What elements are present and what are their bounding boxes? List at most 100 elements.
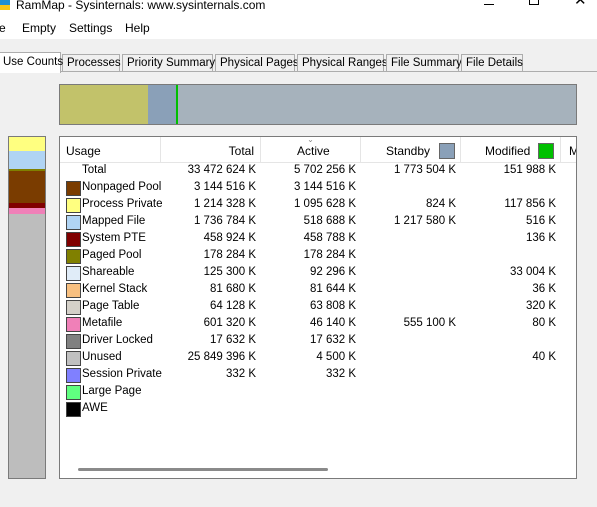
menu-empty[interactable]: Empty [22, 21, 56, 35]
standby-value: 824 K [425, 198, 456, 210]
menu-help[interactable]: Help [125, 21, 150, 35]
table-row[interactable]: Kernel Stack 81 680 K 81 644 K 36 K [60, 282, 576, 299]
modified-value: 36 K [532, 283, 556, 295]
window-title: RamMap - Sysinternals: www.sysinternals.… [16, 0, 266, 12]
modified-color-swatch [538, 143, 554, 159]
active-value: 518 688 K [303, 215, 356, 227]
rammap-app-icon [0, 0, 10, 10]
column-header-total[interactable]: Total [161, 137, 261, 163]
column-header-standby[interactable]: Standby [361, 137, 461, 163]
active-value: 4 500 K [316, 351, 356, 363]
usage-label: Process Private [82, 198, 163, 210]
usage-label: System PTE [82, 232, 146, 244]
standby-value: 1 773 504 K [393, 164, 456, 176]
sort-caret-icon: ⌄ [307, 136, 314, 144]
usage-vertical-bar [8, 136, 46, 479]
total-value: 25 849 396 K [187, 351, 256, 363]
category-color-swatch [66, 385, 81, 400]
usage-label: AWE [82, 402, 108, 414]
category-color-swatch [66, 351, 81, 366]
vbar-metafile [9, 208, 45, 214]
modified-value: 320 K [525, 300, 556, 312]
table-row[interactable]: Driver Locked 17 632 K 17 632 K [60, 333, 576, 350]
active-value: 1 095 628 K [293, 198, 356, 210]
table-row[interactable]: Shareable 125 300 K 92 296 K 33 004 K [60, 265, 576, 282]
category-color-swatch [66, 317, 81, 332]
use-counts-table: Usage Total ⌄Active Standby Modified M T… [59, 136, 577, 479]
bar-segment-standby [148, 85, 176, 124]
menu-file[interactable]: e [0, 21, 6, 35]
category-color-swatch [66, 266, 81, 281]
table-row[interactable]: Paged Pool 178 284 K 178 284 K [60, 248, 576, 265]
table-row[interactable]: Nonpaged Pool 3 144 516 K 3 144 516 K [60, 180, 576, 197]
usage-label: Page Table [82, 300, 140, 312]
modified-value: 80 K [532, 317, 556, 329]
category-color-swatch [66, 232, 81, 247]
active-value: 17 632 K [309, 334, 356, 346]
tab-strip: Use Counts Processes Priority Summary Ph… [0, 52, 597, 73]
vbar-process-private [9, 137, 45, 151]
active-value: 458 788 K [303, 232, 356, 244]
modified-value: 40 K [532, 351, 556, 363]
table-row[interactable]: Process Private 1 214 328 K 1 095 628 K 824… [60, 197, 576, 214]
table-row[interactable]: Unused 25 849 396 K 4 500 K 40 K [60, 350, 576, 367]
usage-label: Nonpaged Pool [82, 181, 162, 193]
active-value: 332 K [325, 368, 356, 380]
category-color-swatch [66, 249, 81, 264]
usage-label: Unused [82, 351, 122, 363]
category-color-swatch [66, 368, 81, 383]
table-row[interactable]: Large Page [60, 384, 576, 401]
maximize-button[interactable] [512, 0, 558, 18]
title-bar: RamMap - Sysinternals: www.sysinternals.… [0, 0, 597, 18]
usage-label: Large Page [82, 385, 142, 397]
total-value: 1 214 328 K [193, 198, 256, 210]
table-row[interactable]: Total 33 472 624 K 5 702 256 K 1 773 504 K 1… [60, 163, 576, 180]
total-value: 458 924 K [203, 232, 256, 244]
table-row[interactable]: Session Private 332 K 332 K [60, 367, 576, 384]
table-row[interactable]: Metafile 601 320 K 46 140 K 555 100 K 80 K [60, 316, 576, 333]
active-value: 63 808 K [309, 300, 356, 312]
minimize-button[interactable] [466, 0, 512, 18]
modified-value: 33 004 K [509, 266, 556, 278]
modified-value: 136 K [525, 232, 556, 244]
modified-value: 117 856 K [504, 198, 556, 210]
table-row[interactable]: Mapped File 1 736 784 K 518 688 K 1 217 580… [60, 214, 576, 231]
total-value: 33 472 624 K [187, 164, 256, 176]
modified-value: 516 K [525, 215, 556, 227]
category-color-swatch [66, 402, 81, 417]
bar-segment-modified [176, 85, 178, 124]
category-color-swatch [66, 283, 81, 298]
vbar-mapped-file [9, 151, 45, 169]
column-header-mapped[interactable]: M [561, 137, 576, 163]
category-color-swatch [66, 181, 81, 196]
column-header-usage[interactable]: Usage [60, 137, 161, 163]
category-color-swatch [66, 198, 81, 213]
usage-label: Mapped File [82, 215, 146, 227]
usage-label: Kernel Stack [82, 283, 148, 295]
usage-label: Session Private [82, 368, 162, 380]
usage-label: Shareable [82, 266, 135, 278]
total-value: 178 284 K [203, 249, 256, 261]
table-row[interactable]: AWE [60, 401, 576, 418]
close-icon: ✕ [574, 0, 587, 9]
close-button[interactable]: ✕ [558, 0, 597, 18]
usage-label: Total [82, 164, 107, 176]
table-row[interactable]: System PTE 458 924 K 458 788 K 136 K [60, 231, 576, 248]
category-color-swatch [66, 334, 81, 349]
table-row[interactable]: Page Table 64 128 K 63 808 K 320 K [60, 299, 576, 316]
standby-value: 1 217 580 K [393, 215, 456, 227]
minimize-icon [484, 4, 494, 5]
horizontal-scrollbar[interactable] [78, 468, 328, 471]
menu-settings[interactable]: Settings [69, 21, 112, 35]
total-value: 332 K [225, 368, 256, 380]
total-value: 125 300 K [203, 266, 256, 278]
menu-bar: e Empty Settings Help [0, 18, 597, 40]
category-color-swatch [66, 215, 81, 230]
column-header-modified[interactable]: Modified [461, 137, 561, 163]
active-value: 178 284 K [303, 249, 356, 261]
active-value: 46 140 K [309, 317, 356, 329]
tab-use-counts[interactable]: Use Counts [0, 52, 63, 73]
active-value: 5 702 256 K [293, 164, 356, 176]
column-header-active[interactable]: ⌄ Active [261, 137, 361, 163]
vbar-nonpaged-pool [9, 171, 45, 203]
